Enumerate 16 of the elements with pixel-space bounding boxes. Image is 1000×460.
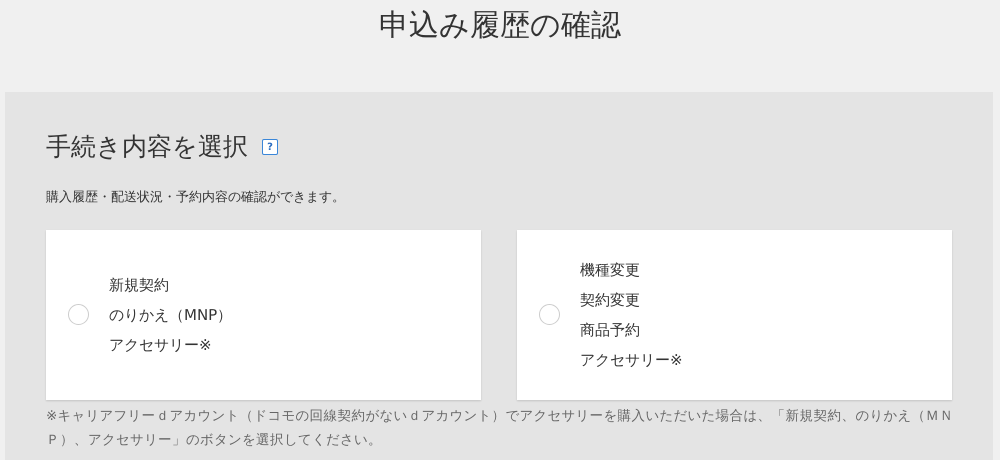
option-label: アクセサリー※ xyxy=(580,350,683,370)
option-label: のりかえ（MNP） xyxy=(109,304,232,326)
option-label: 契約変更 xyxy=(580,290,641,310)
radio-button[interactable] xyxy=(539,304,560,325)
note-text: ※キャリアフリーｄアカウント（ドコモの回線契約がないｄアカウント）でアクセサリーを購入いただいた場合は、「新規契約、のりかえ（ＭＮＰ）、アクセサリー」のボタンを選択してください。 xyxy=(46,406,954,450)
option-card[interactable]: 新規契約 のりかえ（MNP） アクセサリー※ xyxy=(46,230,481,400)
option-card[interactable]: 機種変更 契約変更 商品予約 アクセサリー※ xyxy=(517,230,952,400)
help-icon[interactable]: ? xyxy=(262,139,278,155)
option-label: 機種変更 xyxy=(580,260,641,280)
radio-button[interactable] xyxy=(68,304,89,325)
option-label: アクセサリー※ xyxy=(109,334,213,356)
page-title: 申込み履歴の確認 xyxy=(378,7,622,45)
option-label: 新規契約 xyxy=(109,274,170,296)
section-heading: 手続き内容を選択 xyxy=(46,132,248,162)
option-label: 商品予約 xyxy=(580,320,641,340)
description-text: 購入履歴・配送状況・予約内容の確認ができます。 xyxy=(46,189,346,207)
